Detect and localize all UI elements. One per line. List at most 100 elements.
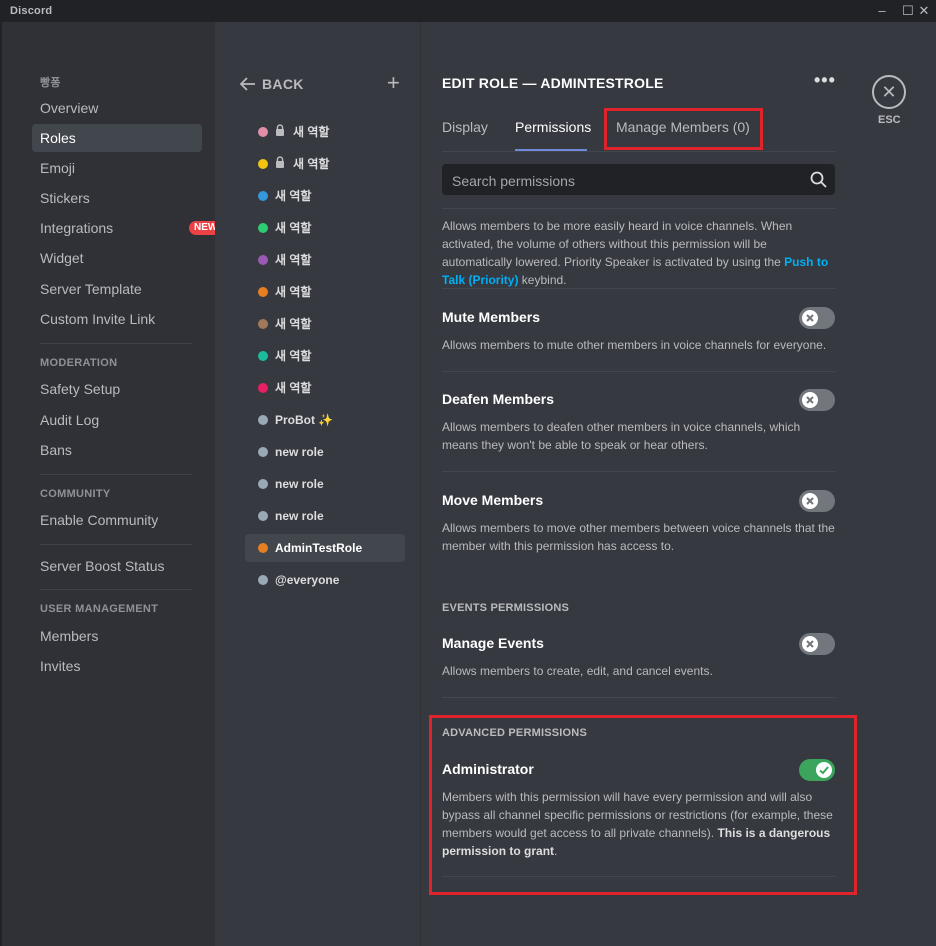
- search-icon: [810, 171, 827, 188]
- sidebar-item-roles[interactable]: Roles: [32, 124, 202, 152]
- events-permissions-heading: EVENTS PERMISSIONS: [442, 602, 570, 614]
- role-name: 새 역할: [275, 253, 312, 267]
- role-color-dot: [258, 223, 268, 233]
- search-permissions-input[interactable]: [450, 164, 809, 197]
- sidebar-item-invites[interactable]: Invites: [32, 652, 202, 680]
- role-color-dot: [258, 447, 268, 457]
- role-item[interactable]: 새 역할: [245, 310, 405, 338]
- sidebar-divider: [40, 589, 192, 590]
- tab-display[interactable]: Display: [442, 119, 488, 135]
- role-name: new role: [275, 445, 324, 459]
- sidebar-item-label: Members: [40, 628, 99, 644]
- sidebar-item-members[interactable]: Members: [32, 622, 202, 650]
- description-text: Allows members to be more easily heard i…: [442, 219, 793, 269]
- role-name: 새 역할: [275, 349, 312, 363]
- toggle-deafen-members[interactable]: [799, 389, 835, 411]
- role-name: 새 역할: [275, 381, 312, 395]
- active-tab-indicator: [515, 149, 587, 151]
- role-name: ProBot ✨: [275, 413, 334, 427]
- edit-role-title: EDIT ROLE — ADMINTESTROLE: [442, 75, 664, 91]
- sidebar-item-label: Server Template: [40, 281, 142, 297]
- role-item[interactable]: AdminTestRole: [245, 534, 405, 562]
- role-color-dot: [258, 351, 268, 361]
- lock-icon: [275, 150, 285, 178]
- sidebar-item-safety-setup[interactable]: Safety Setup: [32, 375, 202, 403]
- role-name: new role: [275, 477, 324, 491]
- role-color-dot: [258, 287, 268, 297]
- priority-speaker-description: Allows members to be more easily heard i…: [442, 217, 837, 289]
- sidebar-item-audit-log[interactable]: Audit Log: [32, 406, 202, 434]
- role-item[interactable]: ProBot ✨: [245, 406, 405, 434]
- role-name: 새 역할: [293, 157, 330, 171]
- add-role-button[interactable]: +: [387, 70, 400, 96]
- role-item[interactable]: new role: [245, 438, 405, 466]
- sidebar-item-custom-invite-link[interactable]: Custom Invite Link: [32, 305, 202, 333]
- permission-description: Allows members to create, edit, and canc…: [442, 664, 713, 678]
- role-name: AdminTestRole: [275, 541, 363, 555]
- close-settings-icon[interactable]: ✕: [872, 75, 906, 109]
- permission-divider: [442, 471, 835, 472]
- role-color-dot: [258, 511, 268, 521]
- toggle-move-members[interactable]: [799, 490, 835, 512]
- sidebar-item-bans[interactable]: Bans: [32, 436, 202, 464]
- role-item[interactable]: 새 역할: [245, 182, 405, 210]
- sidebar-item-integrations[interactable]: Integrations NEW: [32, 214, 223, 242]
- role-item[interactable]: new role: [245, 502, 405, 530]
- toggle-manage-events[interactable]: [799, 633, 835, 655]
- role-item[interactable]: 새 역할: [245, 246, 405, 274]
- role-item[interactable]: 새 역할: [245, 374, 405, 402]
- x-icon: [806, 497, 814, 505]
- back-label: BACK: [262, 76, 304, 92]
- minimize-icon[interactable]: –: [870, 2, 894, 20]
- role-name: new role: [275, 509, 324, 523]
- role-item[interactable]: 새 역할: [245, 278, 405, 306]
- sidebar-divider: [40, 343, 192, 344]
- role-item[interactable]: 새 역할: [245, 118, 405, 146]
- sidebar-item-label: Stickers: [40, 190, 90, 206]
- role-name: 새 역할: [275, 221, 312, 235]
- lock-icon: [275, 118, 285, 146]
- role-name: 새 역할: [275, 317, 312, 331]
- sidebar-item-label: Integrations: [40, 220, 114, 236]
- sidebar-item-emoji[interactable]: Emoji: [32, 154, 202, 182]
- toggle-mute-members[interactable]: [799, 307, 835, 329]
- title-bar: Discord – ☐ ✕: [0, 0, 936, 22]
- role-item[interactable]: 새 역할: [245, 342, 405, 370]
- x-icon: [806, 396, 814, 404]
- search-permissions-box: [442, 164, 835, 197]
- role-item[interactable]: 새 역할: [245, 150, 405, 178]
- sidebar-item-label: Custom Invite Link: [40, 311, 156, 327]
- role-color-dot: [258, 159, 268, 169]
- highlight-box-manage-members: [604, 108, 763, 150]
- back-button[interactable]: BACK: [239, 76, 304, 92]
- role-name: 새 역할: [275, 189, 312, 203]
- sidebar-item-label: Emoji: [40, 160, 76, 176]
- sidebar-item-server-boost-status[interactable]: Server Boost Status: [32, 552, 225, 580]
- app-title: Discord: [10, 5, 53, 17]
- sidebar-item-server-template[interactable]: Server Template: [32, 275, 202, 303]
- more-options-icon[interactable]: •••: [814, 70, 836, 91]
- scroll-edge-divider: [442, 208, 835, 209]
- close-window-icon[interactable]: ✕: [912, 2, 936, 20]
- sidebar-divider: [40, 544, 192, 545]
- sidebar-divider: [40, 474, 192, 475]
- role-color-dot: [258, 191, 268, 201]
- sidebar-item-widget[interactable]: Widget: [32, 244, 202, 272]
- tab-permissions[interactable]: Permissions: [515, 119, 591, 135]
- sidebar-item-label: Server Boost Status: [40, 558, 165, 574]
- role-item[interactable]: 새 역할: [245, 214, 405, 242]
- moderation-heading: MODERATION: [40, 357, 118, 369]
- role-item[interactable]: new role: [245, 470, 405, 498]
- server-name-heading: 빵퐁: [40, 77, 61, 89]
- sidebar-item-stickers[interactable]: Stickers: [32, 184, 202, 212]
- role-color-dot: [258, 415, 268, 425]
- sidebar-item-enable-community[interactable]: Enable Community: [32, 506, 202, 534]
- role-color-dot: [258, 479, 268, 489]
- sidebar-item-overview[interactable]: Overview: [32, 94, 202, 122]
- permission-title-deafen-members: Deafen Members: [442, 391, 555, 407]
- role-color-dot: [258, 575, 268, 585]
- permission-title-mute-members: Mute Members: [442, 309, 541, 325]
- permission-title-move-members: Move Members: [442, 492, 544, 508]
- role-color-dot: [258, 127, 268, 137]
- role-item[interactable]: @everyone: [245, 566, 405, 594]
